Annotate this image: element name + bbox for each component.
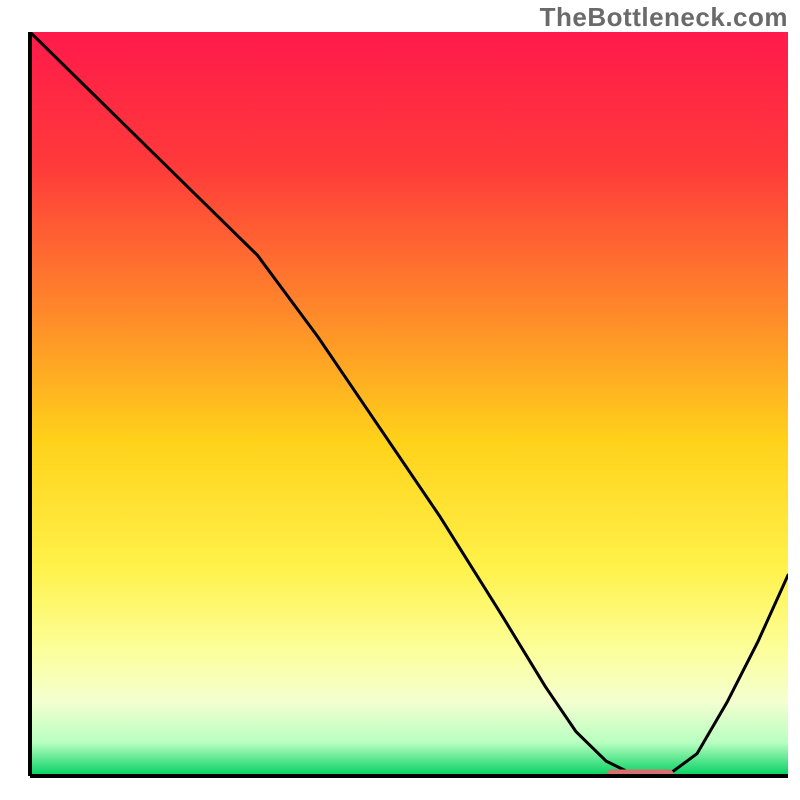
watermark-text: TheBottleneck.com [540,2,788,33]
bottleneck-chart [0,0,800,800]
plot-area [30,32,788,783]
chart-frame: TheBottleneck.com [0,0,800,800]
